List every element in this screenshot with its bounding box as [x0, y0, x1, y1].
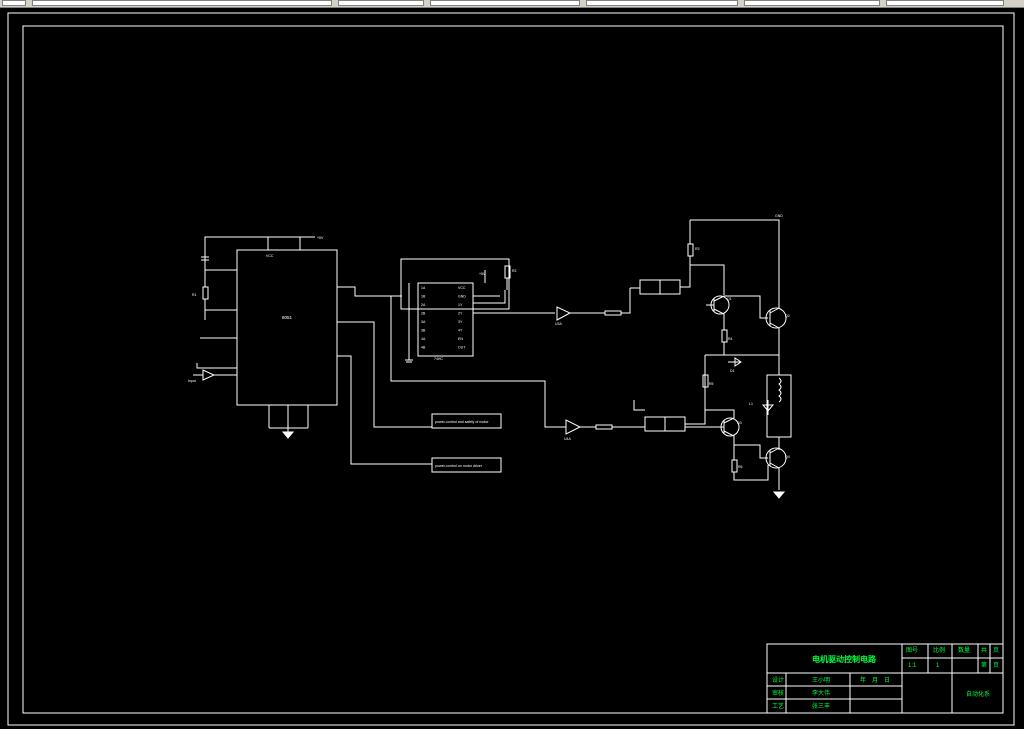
- drawing-canvas[interactable]: 8051 VCC +5V Input 74HC power-control an…: [0, 0, 1024, 729]
- driver-pin-left: 2A: [421, 303, 426, 307]
- tb-head-1: 图号: [906, 647, 918, 654]
- driver-pin-left: 1A: [421, 286, 426, 290]
- tb-row-label-2: 审核: [772, 689, 784, 697]
- q2-label: Q2: [785, 314, 790, 318]
- ic-main: [236, 249, 338, 406]
- tb-value-1: 1:1: [908, 663, 917, 669]
- tb-head-4: 共: [981, 646, 987, 654]
- tb-head-5: 页: [993, 647, 999, 654]
- schematic-labels: 8051 VCC +5V Input 74HC power-control an…: [188, 214, 790, 469]
- driver-pin-left: 3B: [421, 329, 426, 333]
- tb-row-label-1: 设计: [772, 676, 784, 684]
- driver-pin-left: 3A: [421, 320, 426, 324]
- text-box-2-label: power-control on motor driver: [435, 464, 483, 468]
- r2-label: R2: [512, 269, 517, 273]
- driver-pin-right: OUT: [458, 346, 466, 350]
- drawing-title: 电机驱动控制电路: [812, 654, 877, 664]
- driver-pin-right: 4Y: [458, 329, 463, 333]
- l1-label: L1: [749, 402, 753, 406]
- driver-pin-left: 2B: [421, 312, 426, 316]
- inner-frame: [22, 25, 1004, 714]
- r1-label: R1: [192, 293, 197, 297]
- text-box-1-label: power-control and safety of motor: [435, 420, 489, 424]
- tb-company: 自动化系: [966, 690, 990, 698]
- driver-pin-right: GND: [458, 295, 466, 299]
- tb-head-3: 数量: [958, 646, 970, 654]
- r6-label: R6: [738, 465, 743, 469]
- driver-pin-left: 4B: [421, 346, 426, 350]
- r3-label: R3: [695, 247, 700, 251]
- tb-row-label-3: 工艺: [772, 702, 784, 710]
- driver-pin-right: 3Y: [458, 320, 463, 324]
- outer-frame: [7, 12, 1015, 726]
- q4-label: Q4: [785, 455, 790, 459]
- tb-row-value-3: 张三丰: [812, 702, 830, 710]
- driver-pin-right: 2Y: [458, 312, 463, 316]
- buffer-u4a-label: U4A: [564, 437, 571, 441]
- tb-row-value-1: 王小明: [812, 676, 830, 684]
- tb-mid-1: 年: [860, 676, 866, 684]
- ic-driver-label: 74HC: [434, 357, 443, 361]
- tb-mid-3: 日: [884, 677, 890, 684]
- plus5v-label: +5V: [479, 272, 486, 276]
- ic-main-label: 8051: [282, 315, 293, 320]
- schematic: [193, 219, 792, 499]
- tb-row-value-2: 李大伟: [812, 689, 830, 697]
- tb-mid-2: 月: [872, 677, 878, 684]
- driver-pin-left: 1B: [421, 295, 426, 299]
- d1-label: D1: [730, 369, 735, 373]
- driver-pin-left: 4A: [421, 337, 426, 341]
- top-rail-label: GND: [775, 214, 783, 218]
- driver-pin-right: VCC: [458, 286, 466, 290]
- driver-pin-right: EN: [458, 337, 463, 341]
- tb-value-4: 页: [993, 662, 999, 669]
- buffer-u3a-label: U3A: [555, 322, 562, 326]
- r5-label: R5: [709, 382, 714, 386]
- r4-label: R4: [728, 337, 733, 341]
- tb-head-2: 比例: [933, 646, 945, 654]
- q3-label: Q3: [737, 421, 742, 425]
- title-block-text: 电机驱动控制电路 图号 比例 数量 共 页 1:1 1 第 页 设计 审核 工艺…: [772, 646, 999, 710]
- driver-pin-right: 1Y: [458, 303, 463, 307]
- tb-value-3: 第: [981, 661, 987, 669]
- tb-value-2: 1: [936, 663, 940, 669]
- top-supply-label: +5V: [317, 236, 324, 240]
- input-label: Input: [188, 379, 196, 383]
- ic-main-vcc: VCC: [266, 254, 274, 258]
- q1-label: Q1: [727, 297, 732, 301]
